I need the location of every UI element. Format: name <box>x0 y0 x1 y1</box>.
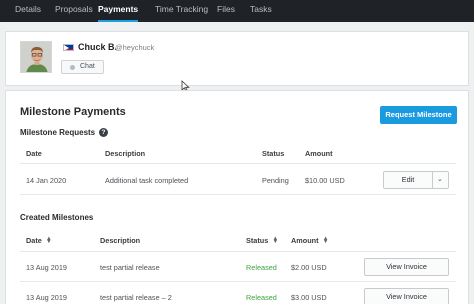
chat-label: Chat <box>80 63 95 70</box>
sort-icon[interactable]: ▲ ▼ <box>272 236 278 245</box>
view-invoice-button[interactable]: View Invoice <box>364 258 449 276</box>
milestone-date: 13 Aug 2019 <box>26 293 67 302</box>
edit-split-button: Edit ⌄ <box>383 171 449 189</box>
request-date: 14 Jan 2020 <box>26 176 67 185</box>
tab-payments[interactable]: Payments <box>98 0 139 22</box>
edit-button[interactable]: Edit <box>384 172 432 188</box>
profile-card: Chuck B. @heychuck Chat <box>5 31 469 92</box>
tab-proposals[interactable]: Proposals <box>55 0 93 22</box>
top-nav: Details Proposals Payments Time Tracking… <box>0 0 474 22</box>
help-icon[interactable]: ? <box>99 128 108 137</box>
divider <box>20 163 456 164</box>
col-status-sortable[interactable]: Status ▲ ▼ <box>246 236 278 245</box>
milestone-description: test partial release – 2 <box>100 293 172 302</box>
milestone-payments-title: Milestone Payments <box>20 106 126 118</box>
col-date-sortable[interactable]: Date ▲ ▼ <box>26 236 52 245</box>
request-description: Additional task completed <box>105 176 189 185</box>
divider <box>20 251 456 252</box>
avatar[interactable] <box>20 41 52 73</box>
tab-details[interactable]: Details <box>15 0 41 22</box>
view-invoice-label: View Invoice <box>386 292 427 301</box>
request-amount: $10.00 USD <box>305 176 345 185</box>
freelancer-name[interactable]: Chuck B. <box>78 42 117 52</box>
milestone-payments-card: Milestone Payments Request Milestone Mil… <box>5 90 469 304</box>
request-milestone-label: Request Milestone <box>385 110 452 119</box>
divider <box>20 194 456 195</box>
tab-files[interactable]: Files <box>217 0 235 22</box>
chevron-down-icon[interactable]: ⌄ <box>437 175 443 183</box>
col-amount-sortable[interactable]: Amount ▲ ▼ <box>291 236 329 245</box>
col-description: Description <box>100 236 141 245</box>
sort-icon[interactable]: ▲ ▼ <box>323 236 329 245</box>
status-dot-icon <box>70 65 75 70</box>
milestone-status: Released <box>246 293 277 302</box>
philippines-flag-icon <box>63 44 74 51</box>
request-milestone-button[interactable]: Request Milestone <box>380 106 457 124</box>
view-invoice-button[interactable]: View Invoice <box>364 288 449 304</box>
milestone-requests-title: Milestone Requests <box>20 128 96 137</box>
milestone-date: 13 Aug 2019 <box>26 263 67 272</box>
created-milestones-title: Created Milestones <box>20 213 94 222</box>
chat-button[interactable]: Chat <box>61 60 104 74</box>
col-date: Date <box>26 149 42 158</box>
tab-time-tracking[interactable]: Time Tracking <box>155 0 208 22</box>
col-description: Description <box>105 149 146 158</box>
milestone-amount: $2.00 USD <box>291 263 327 272</box>
split-divider <box>432 172 433 188</box>
col-status: Status <box>262 149 285 158</box>
col-amount: Amount <box>305 149 333 158</box>
freelancer-handle: @heychuck <box>115 43 155 52</box>
tab-tasks[interactable]: Tasks <box>250 0 272 22</box>
milestone-description: test partial release <box>100 263 160 272</box>
milestone-amount: $3.00 USD <box>291 293 327 302</box>
milestone-status: Released <box>246 263 277 272</box>
divider <box>20 281 456 282</box>
view-invoice-label: View Invoice <box>386 262 427 271</box>
sort-icon[interactable]: ▲ ▼ <box>46 236 52 245</box>
request-status: Pending <box>262 176 289 185</box>
